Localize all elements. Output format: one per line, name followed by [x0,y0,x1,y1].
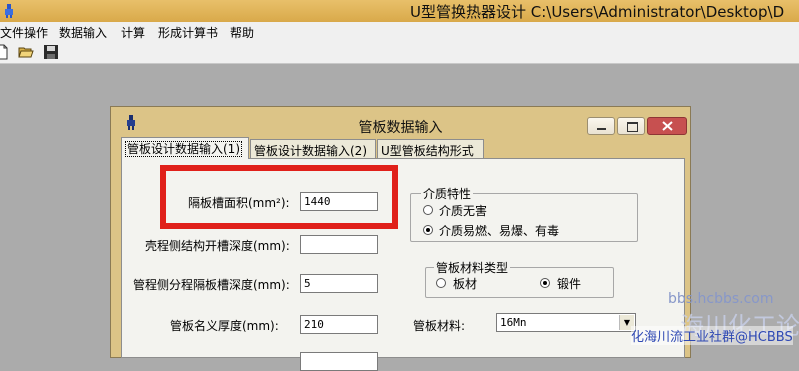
radio-medium-hazardous-label[interactable]: 介质易燃、易爆、有毒 [439,222,559,239]
shell-side-groove-depth-label: 壳程侧结构开槽深度(mm): [145,239,290,253]
app-title-bar: U型管换热器设计 C:\Users\Administrator\Desktop\… [0,0,799,22]
tube-sheet-material-type-group-title: 管板材料类型 [434,259,511,276]
app-icon [5,4,13,18]
maximize-icon[interactable] [617,117,645,135]
tube-sheet-nominal-thickness-input[interactable]: 210 [300,315,378,334]
radio-plate-label[interactable]: 板材 [453,275,477,292]
watermark-url: bbs.hcbbs.com [668,291,774,307]
minimize-icon[interactable] [587,117,615,135]
radio-medium-harmless-label[interactable]: 介质无害 [439,202,487,219]
next-field-input[interactable] [300,352,378,371]
tube-sheet-material-select[interactable]: 16Mn ▼ [496,313,636,332]
tube-sheet-input-dialog: 管板数据输入 管板设计数据输入(1) 管板设计数据输入(2) U型管板结构形式 … [110,106,691,371]
radio-medium-hazardous[interactable] [423,225,433,235]
tube-sheet-nominal-thickness-label: 管板名义厚度(mm): [170,319,279,333]
radio-forging-label[interactable]: 锻件 [557,275,581,292]
tab-design-data-1[interactable]: 管板设计数据输入(1) [121,137,249,159]
menu-help[interactable]: 帮助 [230,24,254,41]
menu-calculate[interactable]: 计算 [121,24,145,41]
menu-bar: 文件操作 数据输入 计算 形成计算书 帮助 [0,22,799,41]
radio-plate[interactable] [436,278,446,288]
menu-file[interactable]: 文件操作 [0,24,48,41]
app-title: U型管换热器设计 C:\Users\Administrator\Desktop\… [410,3,785,21]
menu-data-input[interactable]: 数据输入 [59,24,107,41]
open-folder-icon[interactable] [18,44,34,60]
tube-sheet-material-type-group: 管板材料类型 板材 锻件 [425,259,614,298]
watermark-caption: 化海川流工业社群@HCBBS [631,326,793,345]
save-icon[interactable] [43,44,59,60]
annotation-highlight-box [160,165,398,229]
tube-sheet-material-value: 16Mn [500,316,527,329]
tube-side-partition-groove-depth-label: 管程侧分程隔板槽深度(mm): [133,278,290,292]
tube-sheet-material-label: 管板材料: [413,319,466,333]
shell-side-groove-depth-input[interactable] [300,235,378,254]
new-file-icon[interactable] [0,44,10,60]
medium-property-group: 介质特性 介质无害 介质易燃、易爆、有毒 [410,185,638,242]
close-icon[interactable] [647,117,687,135]
menu-report[interactable]: 形成计算书 [158,24,218,41]
medium-property-group-title: 介质特性 [421,185,474,202]
tab-design-data-2[interactable]: 管板设计数据输入(2) [250,139,376,158]
radio-medium-harmless[interactable] [423,205,433,215]
toolbar [0,41,799,64]
tab-u-tube-structure[interactable]: U型管板结构形式 [377,139,484,158]
radio-forging[interactable] [540,278,550,288]
tube-side-partition-groove-depth-input[interactable]: 5 [300,274,378,293]
